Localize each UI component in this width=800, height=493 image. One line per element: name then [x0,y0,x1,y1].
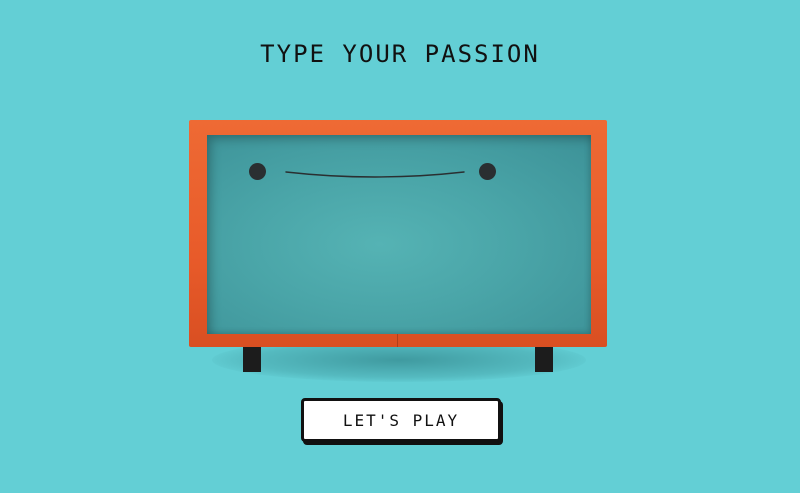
lets-play-button[interactable]: LET'S PLAY [301,398,501,442]
cabinet-seam [397,334,398,347]
cabinet-screen [207,135,591,334]
page-title: TYPE YOUR PASSION [260,40,540,68]
smile-icon [285,171,465,178]
cabinet-frame [189,120,607,347]
cabinet-leg-right [535,344,553,372]
right-eye-icon [479,163,496,180]
cabinet-leg-left [243,344,261,372]
left-eye-icon [249,163,266,180]
